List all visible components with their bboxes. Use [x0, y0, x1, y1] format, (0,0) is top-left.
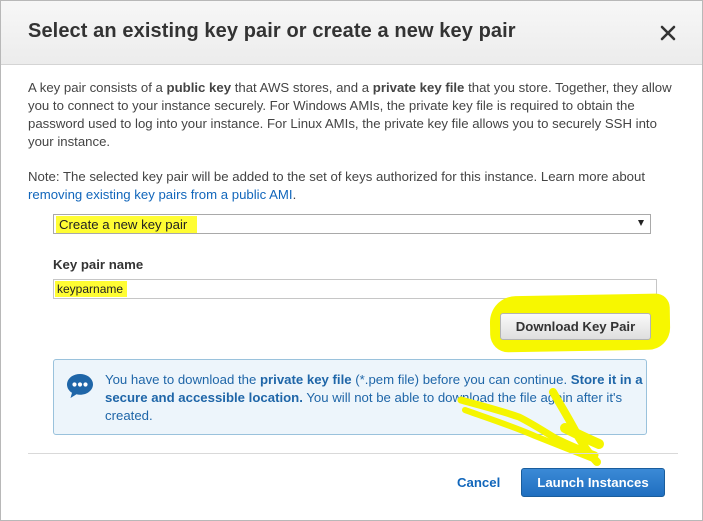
dropdown-arrow-icon — [638, 220, 644, 226]
key-pair-description: A key pair consists of a public key that… — [28, 79, 678, 151]
dialog-title: Select an existing key pair or create a … — [28, 20, 516, 42]
public-key-term: public key — [166, 80, 232, 95]
description-text: that AWS stores, and a — [231, 80, 373, 95]
key-pair-name-value: keyparname — [55, 281, 128, 297]
note-body: Note: The selected key pair will be adde… — [28, 169, 645, 184]
note-text: Note: The selected key pair will be adde… — [28, 168, 678, 204]
select-selected-value: Create a new key pair — [56, 216, 198, 233]
download-key-pair-button[interactable]: Download Key Pair — [500, 313, 651, 340]
key-pair-option-select[interactable]: Create a new key pair — [53, 214, 651, 234]
key-pair-dialog: Select an existing key pair or create a … — [0, 0, 703, 521]
info-text: (*.pem file) before you can continue. — [351, 372, 571, 387]
highlight-scribble — [457, 388, 604, 466]
key-pair-name-label: Key pair name — [53, 257, 144, 272]
launch-instances-button[interactable]: Launch Instances — [521, 468, 665, 497]
info-text: You have to download the — [105, 372, 260, 387]
speech-bubble-icon — [67, 374, 93, 398]
close-icon[interactable] — [656, 21, 680, 45]
note-end: . — [292, 187, 297, 202]
info-bold-text: private key file — [259, 372, 352, 387]
description-text: A key pair consists of a — [28, 80, 167, 95]
cancel-button[interactable]: Cancel — [457, 475, 500, 490]
dialog-header: Select an existing key pair or create a … — [1, 1, 702, 65]
footer-divider — [28, 453, 678, 454]
removing-key-pairs-link[interactable]: removing existing key pairs from a publi… — [28, 187, 293, 202]
private-key-file-term: private key file — [372, 80, 465, 95]
